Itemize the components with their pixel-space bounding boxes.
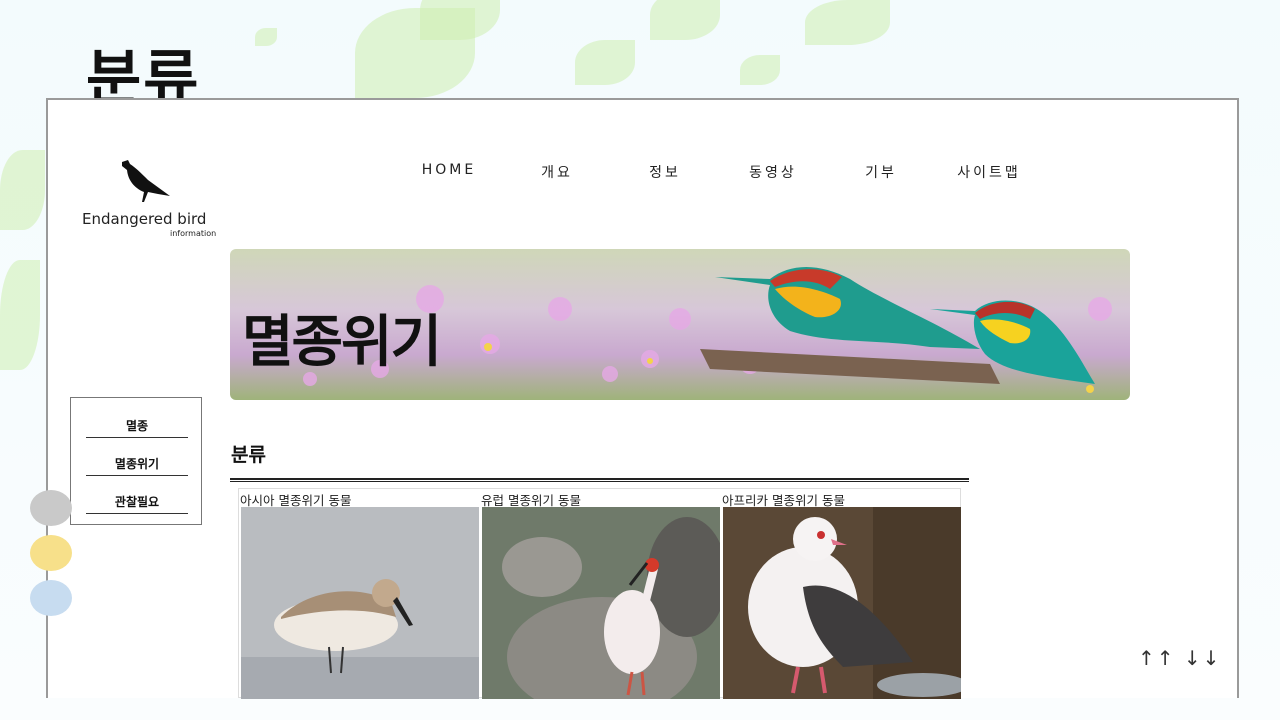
arrow-up-icon[interactable]: ↑ [1157, 646, 1176, 670]
background-leaf [650, 0, 720, 40]
site-logo[interactable]: Endangered bird information [82, 158, 222, 240]
nav-home[interactable]: HOME [395, 162, 503, 182]
gallery-item-africa[interactable]: 아프리카 멸종위기 동물 [721, 489, 962, 699]
gallery-item-asia[interactable]: 아시아 멸종위기 동물 [239, 489, 480, 699]
logo-subtitle: information [170, 229, 217, 238]
bird-silhouette-icon [122, 160, 170, 202]
arrow-down-icon[interactable]: ↓ [1184, 646, 1203, 670]
side-menu-endangered[interactable]: 멸종위기 [86, 455, 188, 476]
side-menu: 멸종 멸종위기 관찰필요 [70, 397, 202, 525]
sandpiper-image [241, 507, 479, 699]
bird-bubble-icon [30, 580, 72, 616]
side-menu-watch[interactable]: 관찰필요 [86, 493, 188, 514]
section-title: 분류 [231, 444, 266, 466]
side-menu-extinct[interactable]: 멸종 [86, 417, 188, 438]
ibis-image [482, 507, 720, 699]
background-leaf [740, 55, 780, 85]
background-leaf [0, 260, 40, 370]
background-leaf [255, 28, 277, 46]
bird-bubble-icon [30, 535, 72, 571]
gallery-item-europe[interactable]: 유럽 멸종위기 동물 [480, 489, 721, 699]
category-gallery: 아시아 멸종위기 동물 유럽 멸종위기 동물 아프리카 멸종위기 동물 [238, 488, 962, 699]
background-leaf [420, 0, 500, 40]
main-nav: HOME 개요 정보 동영상 기부 사이트맵 [395, 162, 1043, 182]
logo-name: Endangered bird [82, 210, 207, 228]
hero-banner: 멸종위기 [230, 249, 1130, 400]
nav-sitemap[interactable]: 사이트맵 [935, 162, 1043, 182]
background-leaf [805, 0, 890, 45]
bird-bubble-icon [30, 490, 72, 526]
background-leaf [575, 40, 635, 85]
section-divider [230, 478, 969, 482]
banner-title: 멸종위기 [242, 310, 442, 375]
slide-nav-arrows: ↑↑ ↓↓ [1138, 646, 1221, 670]
pigeon-image [723, 507, 961, 699]
nav-info[interactable]: 정보 [611, 162, 719, 182]
arrow-up-icon[interactable]: ↑ [1138, 646, 1157, 670]
nav-video[interactable]: 동영상 [719, 162, 827, 182]
background-leaf [0, 150, 45, 230]
nav-overview[interactable]: 개요 [503, 162, 611, 182]
nav-donate[interactable]: 기부 [827, 162, 935, 182]
arrow-down-icon[interactable]: ↓ [1203, 646, 1222, 670]
